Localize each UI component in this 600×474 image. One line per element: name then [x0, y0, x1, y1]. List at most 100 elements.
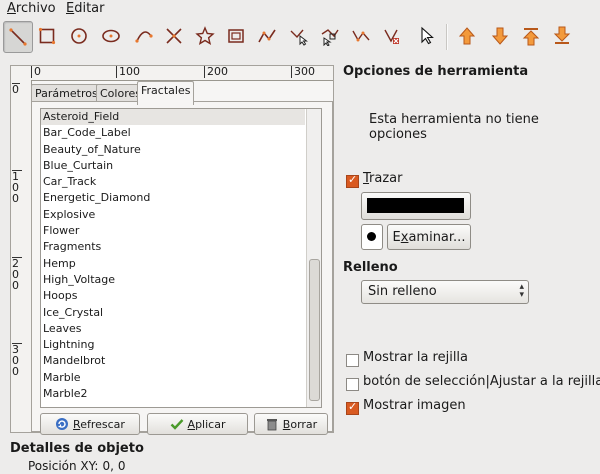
star-tool-icon — [195, 26, 215, 45]
menubar: Archivo Editar — [0, 0, 600, 18]
examinar-mnemonic: x — [400, 229, 409, 245]
ruler-label: 100 — [12, 170, 22, 204]
line-tool-icon — [9, 28, 27, 46]
delete-node-button[interactable] — [347, 21, 375, 51]
lower-to-bottom-icon — [553, 26, 571, 44]
notebook-tabs: Parámetros Colores Fractales — [31, 80, 333, 105]
raise-to-top-button[interactable] — [517, 21, 545, 51]
relleno-select[interactable]: Sin relleno ▴ ▾ — [361, 280, 529, 304]
polyline-tool-icon — [258, 29, 276, 43]
borrar-button[interactable]: Borrar — [254, 413, 328, 435]
object-details-heading: Detalles de objeto — [10, 441, 144, 456]
move-node-button[interactable] — [285, 21, 313, 51]
fractal-list-item[interactable]: Beauty_of_Nature — [41, 142, 305, 158]
ruler-label: 200 — [12, 257, 22, 291]
stroke-preview — [361, 224, 383, 250]
menu-editar-label: ditar — [74, 1, 105, 16]
toolbar-separator — [446, 24, 448, 50]
ruler-vertical: 0 100 200 300 — [11, 80, 32, 432]
fractal-list-scrollbar[interactable] — [306, 109, 321, 407]
borrar-text: orrar — [290, 417, 318, 431]
fractal-list-item[interactable]: Marble — [41, 370, 305, 386]
relleno-value: Sin relleno — [368, 284, 437, 299]
position-y: 0 — [117, 459, 126, 473]
lower-to-bottom-button[interactable] — [548, 21, 576, 51]
ruler-corner — [11, 66, 32, 81]
fractal-list-item[interactable]: Lightning — [41, 337, 305, 353]
ruler-label: 200 — [204, 66, 228, 78]
show-grid-label[interactable]: Mostrar la rejilla — [363, 350, 468, 365]
raise-icon — [458, 27, 476, 45]
fractal-list-item[interactable]: Marble2 — [41, 386, 305, 402]
ruler-digit: 0 — [12, 83, 19, 96]
menu-archivo-mnemonic: A — [7, 1, 16, 16]
ellipse-tool-button[interactable] — [97, 21, 125, 51]
fractal-list-item[interactable]: Blue_Curtain — [41, 158, 305, 174]
snap-grid-label[interactable]: botón de selección|Ajustar a la rejilla — [363, 374, 600, 389]
fractal-list-item[interactable]: Explosive — [41, 207, 305, 223]
aplicar-button[interactable]: Aplicar — [147, 413, 248, 435]
bezier-tool-icon — [166, 28, 182, 44]
refrescar-button[interactable]: Refrescar — [40, 413, 140, 435]
show-image-label[interactable]: Mostrar imagen — [363, 398, 466, 413]
fractal-list[interactable]: Asteroid_Field Bar_Code_Label Beauty_of_Na… — [40, 108, 322, 408]
select-arrows-icon: ▴ ▾ — [519, 282, 524, 300]
fractal-list-item[interactable]: Fragments — [41, 239, 305, 255]
rectangle-tool-icon — [38, 27, 56, 45]
fractal-list-item[interactable]: Mandelbrot — [41, 353, 305, 369]
trazar-label[interactable]: Trazar — [363, 171, 402, 186]
fractal-list-item[interactable]: Bar_Code_Label — [41, 125, 305, 141]
stroke-color-button[interactable] — [361, 192, 471, 220]
refresh-icon — [56, 418, 69, 430]
fractal-list-item[interactable]: High_Voltage — [41, 272, 305, 288]
menu-archivo[interactable]: Archivo — [7, 1, 56, 16]
ruler-label: 300 — [12, 343, 22, 377]
polyline-tool-button[interactable] — [253, 21, 281, 51]
bezier-tool-button[interactable] — [160, 21, 188, 51]
remove-point-icon — [384, 29, 399, 44]
trazar-checkbox[interactable] — [346, 173, 359, 188]
canvas-area[interactable]: 0 100 200 300 0 100 200 300 Parámetros C… — [10, 65, 334, 435]
ruler-label: 100 — [116, 66, 140, 78]
examinar-button[interactable]: Ex aminar... — [387, 224, 471, 250]
fractal-list-item[interactable]: Hemp — [41, 256, 305, 272]
ruler-label: 0 — [31, 66, 41, 78]
snap-grid-checkbox[interactable] — [346, 378, 359, 391]
line-tool-button[interactable] — [3, 21, 33, 53]
fractal-list-item[interactable]: Flower — [41, 223, 305, 239]
tab-page-fractales: Asteroid_Field Bar_Code_Label Beauty_of_Na… — [31, 101, 333, 435]
star-tool-button[interactable] — [191, 21, 219, 51]
fractal-list-item[interactable]: Hoops — [41, 288, 305, 304]
show-grid-checkbox[interactable] — [346, 354, 359, 367]
position-label: Posición XY: — [28, 459, 99, 473]
fractal-list-item[interactable]: Leaves — [41, 321, 305, 337]
menu-editar[interactable]: Editar — [66, 1, 105, 16]
fractal-list-item[interactable]: Energetic_Diamond — [41, 190, 305, 206]
fractal-list-item[interactable]: Ice_Crystal — [41, 305, 305, 321]
select-tool-button[interactable] — [412, 21, 440, 51]
ruler-label: 300 — [291, 66, 315, 78]
raise-button[interactable] — [453, 21, 481, 51]
delete-node-icon — [352, 30, 370, 42]
circle-tool-icon — [71, 28, 87, 44]
fractal-list-item[interactable]: Car_Track — [41, 174, 305, 190]
arc-tool-button[interactable] — [130, 21, 158, 51]
image-tool-button[interactable] — [222, 21, 250, 51]
lower-button[interactable] — [486, 21, 514, 51]
rectangle-tool-button[interactable] — [33, 21, 61, 51]
image-tool-icon — [228, 29, 244, 43]
trash-icon — [266, 419, 277, 431]
trazar-text: razar — [369, 171, 403, 186]
tab-fractales[interactable]: Fractales — [137, 81, 195, 105]
fractal-list-rows: Asteroid_Field Bar_Code_Label Beauty_of_Na… — [41, 109, 305, 402]
circle-tool-button[interactable] — [65, 21, 93, 51]
insert-node-button[interactable] — [316, 21, 344, 51]
fractal-list-item[interactable]: Asteroid_Field — [41, 109, 305, 126]
scrollbar-thumb[interactable] — [309, 259, 320, 401]
aplicar-label: Aplicar — [188, 418, 226, 431]
stroke-color-swatch — [367, 198, 464, 213]
show-image-checkbox[interactable] — [346, 400, 359, 415]
aplicar-mnemonic: A — [187, 417, 196, 431]
remove-point-button[interactable] — [378, 21, 406, 51]
position-x: 0, — [102, 459, 114, 473]
